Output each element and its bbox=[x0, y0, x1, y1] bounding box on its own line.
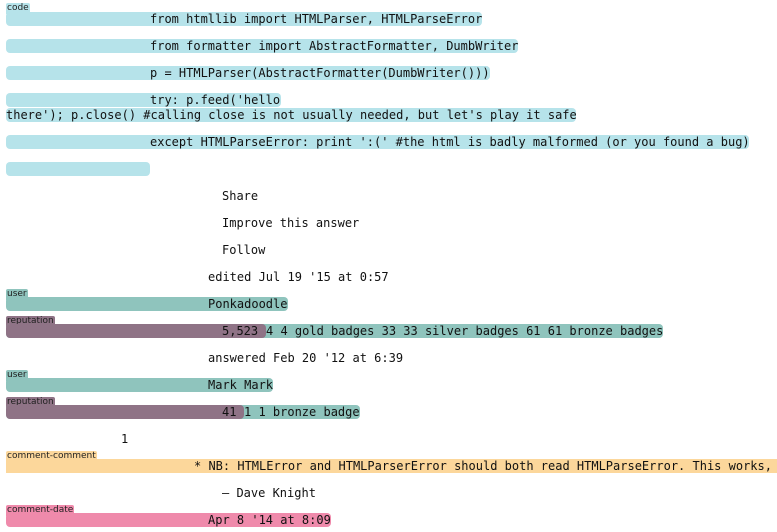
follow-link[interactable]: Follow bbox=[222, 243, 265, 258]
code-line: from htmllib import HTMLParser, HTMLPars… bbox=[150, 12, 483, 26]
editor-name-link[interactable]: Ponkadoodle bbox=[208, 297, 287, 312]
answerer-reputation: 41 bbox=[222, 405, 237, 419]
share-link[interactable]: Share bbox=[222, 189, 258, 204]
comment-text: * NB: HTMLError and HTMLParserError shou… bbox=[194, 459, 772, 473]
answerer-name-link[interactable]: Mark Mark bbox=[208, 378, 273, 393]
improve-answer-link[interactable]: Improve this answer bbox=[222, 216, 359, 231]
code-block-end bbox=[6, 162, 150, 176]
code-line: except HTMLParseError: print ':(' #the h… bbox=[150, 135, 750, 149]
comment-author-link[interactable]: – Dave Knight bbox=[222, 486, 316, 501]
comment-date-link[interactable]: Apr 8 '14 at 8:09 bbox=[208, 513, 331, 528]
code-line: there'); p.close() #calling close is not… bbox=[6, 108, 577, 122]
answerer-badges: 1 1 bronze badge bbox=[244, 405, 360, 419]
edited-timestamp[interactable]: edited Jul 19 '15 at 0:57 bbox=[208, 270, 389, 285]
answerer-reputation-highlight bbox=[6, 405, 244, 419]
comment-score: 1 bbox=[121, 432, 129, 446]
answered-timestamp[interactable]: answered Feb 20 '12 at 6:39 bbox=[208, 351, 403, 366]
code-line: from formatter import AbstractFormatter,… bbox=[150, 39, 519, 53]
code-line: p = HTMLParser(AbstractFormatter(DumbWri… bbox=[150, 66, 490, 80]
code-line: try: p.feed('hello bbox=[150, 93, 281, 107]
editor-reputation: 5,523 bbox=[222, 324, 259, 338]
editor-badges: 4 4 gold badges 33 33 silver badges 61 6… bbox=[266, 324, 664, 338]
